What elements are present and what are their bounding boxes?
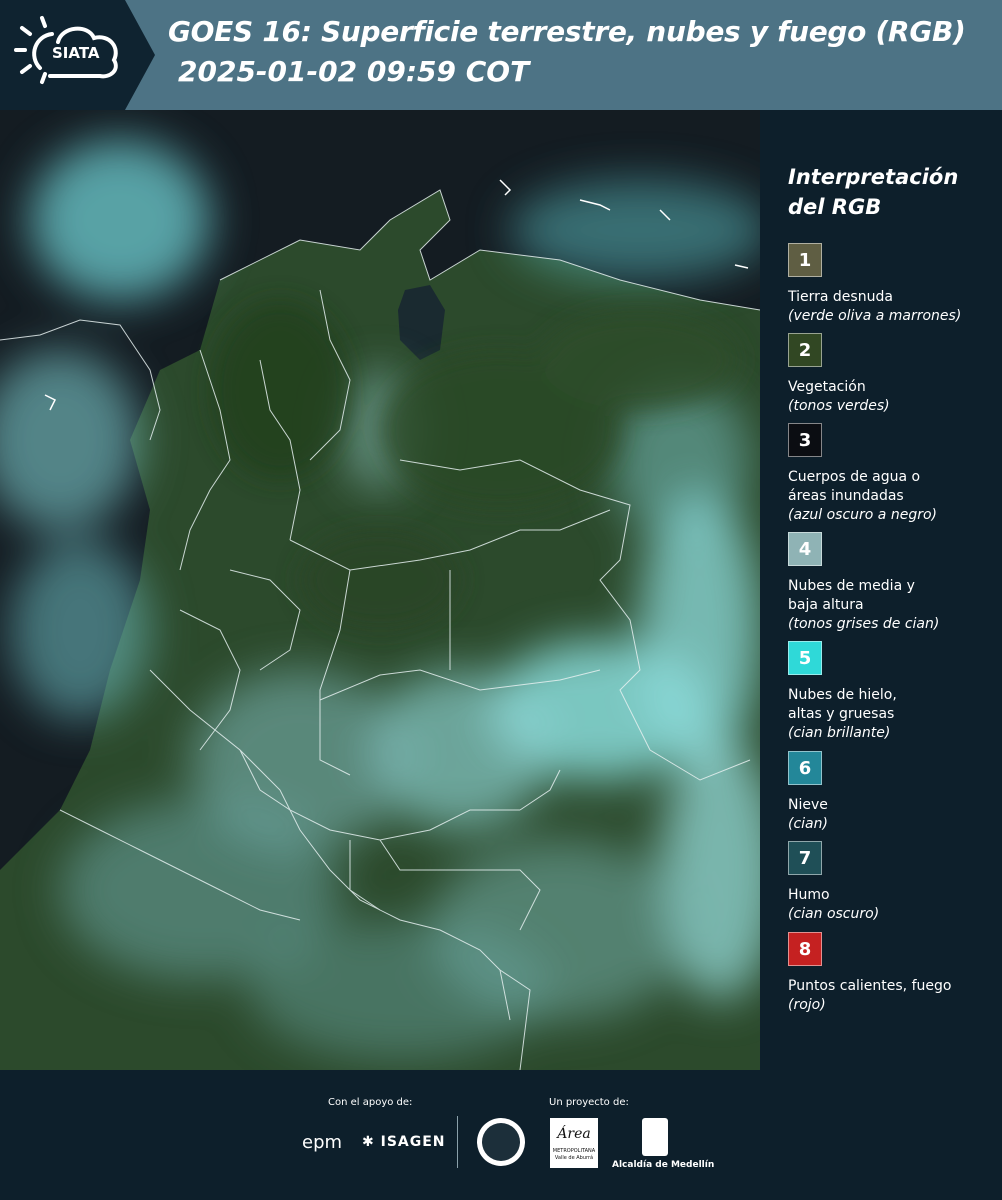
legend-description: (cian) (788, 816, 828, 832)
legend-description: (azul oscuro a negro) (788, 507, 937, 523)
legend-swatch: 2 (788, 333, 822, 367)
legend-item-smoke: 7 Humo (cian oscuro) (788, 841, 998, 924)
area-subtitle: METROPOLITANA Valle de Aburrá (552, 1148, 596, 1161)
legend-number: 8 (798, 938, 812, 960)
seal-icon (482, 1123, 520, 1161)
legend-swatch: 8 (788, 932, 822, 966)
legend-item-low-clouds: 4 Nubes de media y baja altura (tonos gr… (788, 532, 998, 634)
isagen-logo: ✱ ISAGEN (362, 1134, 446, 1150)
legend-description: (tonos grises de cian) (788, 616, 940, 632)
legend-item-bare-soil: 1 Tierra desnuda (verde oliva a marrones… (788, 243, 998, 326)
project-label: Un proyecto de: (549, 1097, 629, 1108)
legend-label: Humo (788, 887, 830, 903)
legend-swatch: 4 (788, 532, 822, 566)
legend-label: Nubes de media y baja altura (788, 578, 915, 613)
legend-description: (rojo) (788, 997, 826, 1013)
legend-number: 4 (798, 538, 812, 560)
legend-swatch: 6 (788, 751, 822, 785)
medellin-crest-icon (642, 1118, 668, 1156)
footer: Con el apoyo de: Un proyecto de: epm ✱ I… (0, 1070, 1002, 1200)
legend-number: 5 (798, 647, 812, 669)
legend-number: 3 (798, 429, 812, 451)
map-canvas (0, 110, 760, 1070)
legend-description: (verde oliva a marrones) (788, 308, 962, 324)
legend-label: Nubes de hielo, altas y gruesas (788, 687, 897, 722)
legend-number: 2 (798, 339, 812, 361)
legend-panel: Interpretación del RGB 1 Tierra desnuda … (760, 110, 1002, 1070)
legend-swatch: 3 (788, 423, 822, 457)
area-title: Área (557, 1126, 591, 1142)
logo-text: SIATA (52, 44, 100, 62)
satellite-map[interactable] (0, 110, 760, 1070)
isagen-text: ISAGEN (380, 1134, 446, 1150)
legend-swatch: 5 (788, 641, 822, 675)
medellin-logo: Alcaldía de Medellín (612, 1160, 715, 1170)
legend-item-fire: 8 Puntos calientes, fuego (rojo) (788, 932, 998, 1015)
legend-item-water: 3 Cuerpos de agua o áreas inundadas (azu… (788, 423, 998, 525)
header: SIATA GOES 16: Superficie terrestre, nub… (0, 0, 1002, 110)
legend-swatch: 1 (788, 243, 822, 277)
timestamp: 2025-01-02 09:59 COT (178, 55, 530, 88)
legend-label: Cuerpos de agua o áreas inundadas (788, 469, 921, 504)
legend-description: (tonos verdes) (788, 398, 890, 414)
support-label: Con el apoyo de: (328, 1097, 413, 1108)
legend-number: 1 (798, 249, 812, 271)
legend-description: (cian oscuro) (788, 906, 880, 922)
epm-logo: epm (302, 1132, 343, 1153)
legend-number: 6 (798, 757, 812, 779)
legend-title: Interpretación del RGB (788, 165, 959, 219)
legend-item-ice-clouds: 5 Nubes de hielo, altas y gruesas (cian … (788, 641, 998, 743)
legend-label: Nieve (788, 797, 828, 813)
legend-label: Tierra desnuda (788, 289, 893, 305)
area-metropolitana-logo: Área METROPOLITANA Valle de Aburrá (550, 1118, 598, 1168)
seal-logo (477, 1118, 525, 1166)
divider (457, 1116, 458, 1168)
legend-label: Puntos calientes, fuego (788, 978, 952, 994)
legend-description: (cian brillante) (788, 725, 891, 741)
page-title: GOES 16: Superficie terrestre, nubes y f… (168, 15, 966, 48)
siata-logo: SIATA (0, 0, 155, 110)
legend-item-snow: 6 Nieve (cian) (788, 751, 998, 834)
legend-label: Vegetación (788, 379, 866, 395)
legend-number: 7 (798, 847, 812, 869)
legend-swatch: 7 (788, 841, 822, 875)
legend-item-vegetation: 2 Vegetación (tonos verdes) (788, 333, 998, 416)
